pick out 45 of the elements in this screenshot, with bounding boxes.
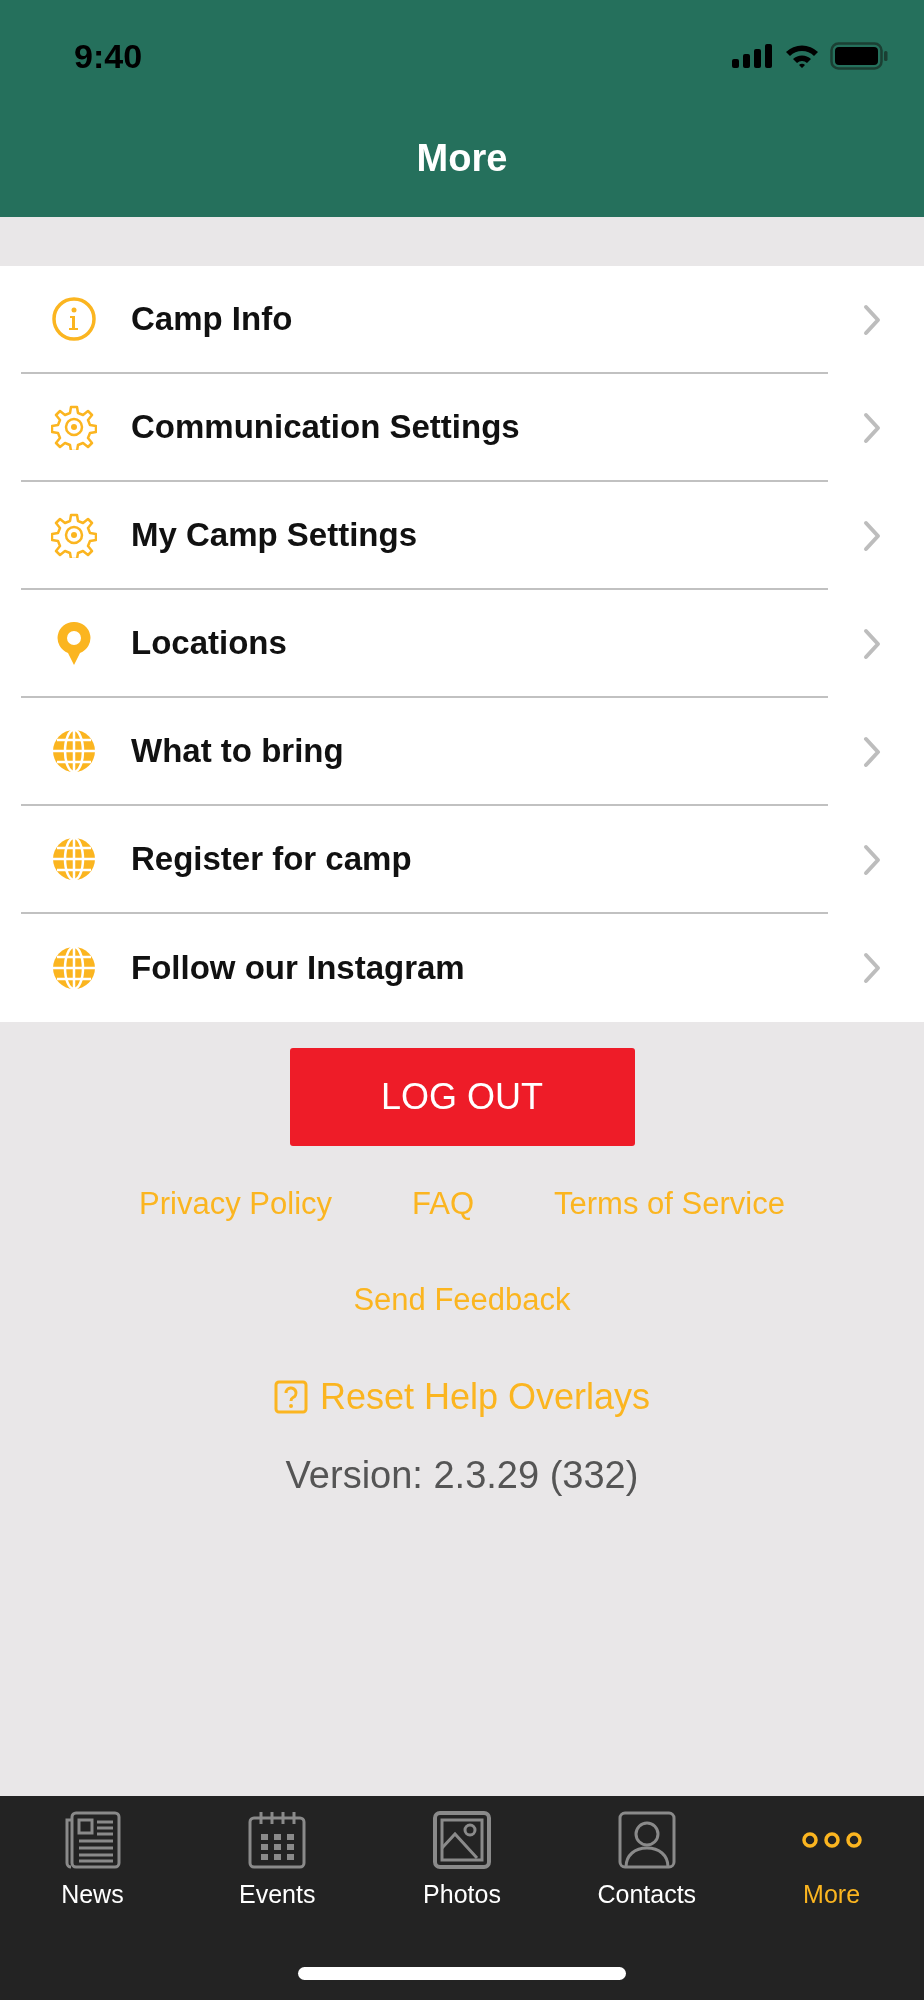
menu-label: Communication Settings [131,408,520,446]
tab[interactable]: Contacts [554,1810,740,1909]
chevron-right-icon [863,304,881,336]
menu-label: Locations [131,624,287,662]
menu-item[interactable]: What to bring [21,698,828,806]
status-time: 9:40 [74,36,143,76]
signal-icon [732,44,774,68]
globe-icon [51,728,97,774]
tab[interactable]: Photos [369,1810,555,1909]
menu-item[interactable]: Follow our Instagram [21,914,828,1022]
gear-icon [51,404,97,450]
chevron-right-icon [863,412,881,444]
photo-icon [432,1810,492,1870]
menu-label: Camp Info [131,300,293,338]
menu-item[interactable]: Communication Settings [21,374,828,482]
location-pin-icon [56,620,92,666]
chevron-right-icon [863,952,881,984]
menu-item[interactable]: My Camp Settings [21,482,828,590]
tab[interactable]: More [739,1810,924,1909]
info-icon [51,296,97,342]
logout-button[interactable]: LOG OUT [289,1048,635,1146]
menu-item[interactable]: Locations [21,590,828,698]
tab[interactable]: News [0,1810,185,1909]
menu-item[interactable]: Camp Info [21,266,828,374]
tab[interactable]: Events [184,1810,370,1909]
version-text: Version: 2.3.29 (332) [285,1454,639,1497]
menu-label: My Camp Settings [131,516,418,554]
menu-label: What to bring [131,732,344,770]
chevron-right-icon [863,844,881,876]
screen-title: More [416,137,508,180]
chevron-right-icon [863,520,881,552]
menu-item[interactable]: Register for camp [21,806,828,914]
chevron-right-icon [863,736,881,768]
chevron-right-icon [863,628,881,660]
battery-icon [830,42,888,70]
calendar-icon [247,1810,308,1870]
gear-icon [51,512,97,558]
contact-icon [616,1810,677,1870]
more-icon [799,1832,864,1848]
menu-label: Follow our Instagram [131,949,465,987]
menu-label: Register for camp [131,840,412,878]
help-icon[interactable] [273,1380,308,1414]
globe-icon [51,836,97,882]
globe-icon [51,945,97,991]
wifi-icon [784,43,820,69]
